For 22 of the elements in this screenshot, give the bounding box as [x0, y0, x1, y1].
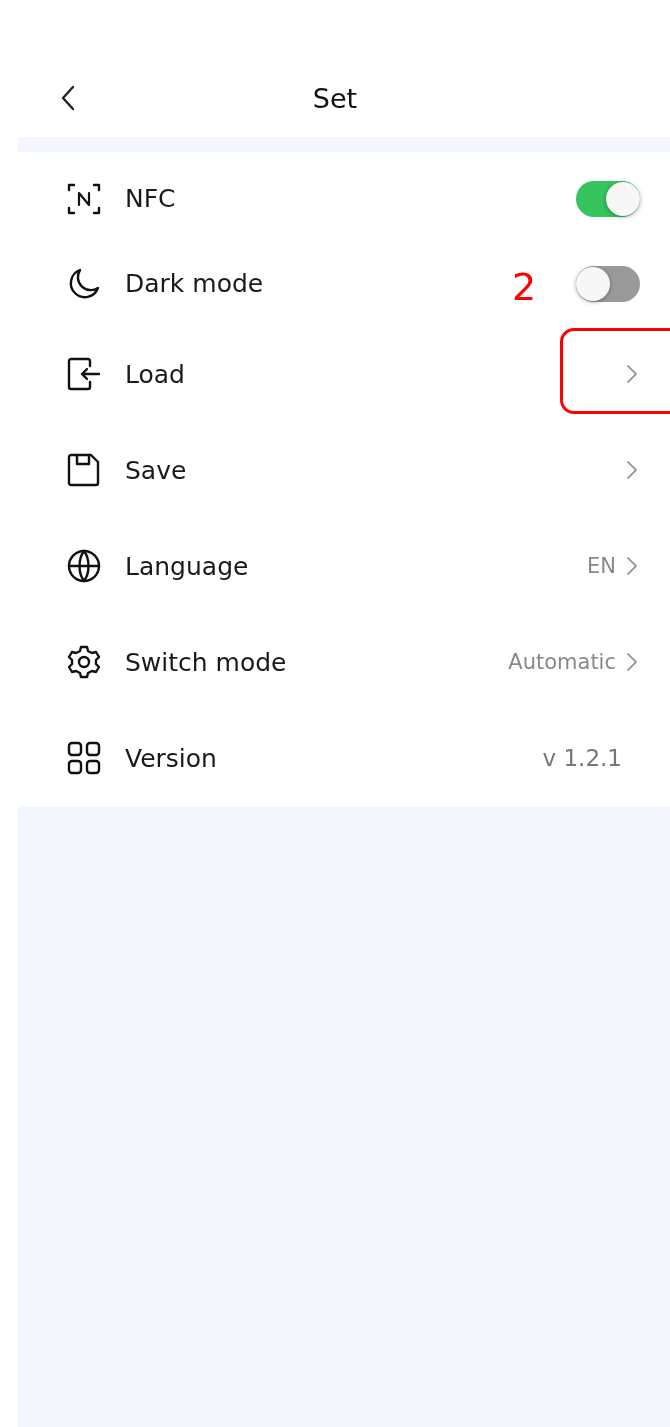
toggle-switch[interactable] — [576, 265, 640, 302]
settings-icon — [66, 644, 102, 680]
login-icon — [66, 356, 102, 392]
page-title: Set — [312, 82, 358, 116]
setting-label: Dark mode — [125, 269, 264, 298]
setting-value: EN — [587, 554, 616, 578]
chevron-icon[interactable] — [626, 652, 638, 672]
setting-label: NFC — [125, 184, 176, 213]
setting-label: Save — [125, 455, 187, 485]
globe-icon — [66, 548, 102, 584]
chevron-icon[interactable] — [626, 364, 638, 384]
version-number: v 1.2.1 — [542, 745, 622, 771]
chevron-icon[interactable] — [626, 460, 638, 480]
setting-label: Language — [125, 551, 249, 581]
setting-label: Load — [125, 359, 185, 389]
annotation-number: 2 — [512, 265, 537, 309]
setting-label: Switch mode — [125, 647, 287, 677]
setting-label: Version — [125, 743, 217, 773]
setting-value: Automatic — [508, 650, 616, 674]
grid-icon — [66, 740, 102, 776]
chevron-icon[interactable] — [626, 556, 638, 576]
toggle-switch[interactable] — [576, 180, 640, 217]
